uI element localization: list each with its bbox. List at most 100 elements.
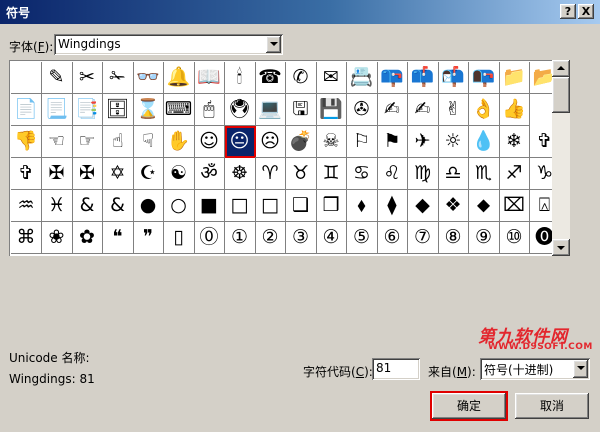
symbol-cell[interactable]: ♉ <box>285 158 317 190</box>
ok-button[interactable]: 确定 <box>430 391 508 421</box>
symbol-cell[interactable]: & <box>72 190 103 222</box>
symbol-cell[interactable]: ♊ <box>316 158 347 190</box>
symbol-cell[interactable]: ❄ <box>499 126 530 158</box>
symbol-cell[interactable]: 🖲 <box>224 94 256 126</box>
symbol-cell[interactable]: ■ <box>194 190 225 222</box>
symbol-cell[interactable]: 🗄 <box>102 94 134 126</box>
symbol-cell[interactable]: 🖫 <box>285 94 317 126</box>
symbol-cell[interactable]: ♒ <box>11 190 42 222</box>
font-select[interactable]: Wingdings <box>54 34 283 55</box>
symbol-cell[interactable]: 📃 <box>41 94 73 126</box>
symbol-cell[interactable]: ⌧ <box>499 190 530 222</box>
symbol-cell[interactable]: & <box>102 190 134 222</box>
symbol-cell[interactable]: □ <box>224 190 256 222</box>
symbol-cell[interactable]: ✠ <box>72 158 103 190</box>
symbol-cell[interactable]: ① <box>224 222 256 254</box>
symbol-cell[interactable]: ✎ <box>41 62 73 94</box>
symbol-cell[interactable]: ○ <box>163 190 195 222</box>
symbol-cell[interactable]: 📖 <box>194 62 225 94</box>
symbol-cell[interactable]: ☠ <box>316 126 347 158</box>
symbol-cell[interactable]: ② <box>255 222 286 254</box>
symbol-cell[interactable]: ☟ <box>133 126 164 158</box>
symbol-cell[interactable]: 📫 <box>407 62 439 94</box>
symbol-cell[interactable]: ▯ <box>163 222 195 254</box>
symbol-cell[interactable]: ✈ <box>407 126 439 158</box>
symbol-cell[interactable]: ⑤ <box>346 222 378 254</box>
symbol-cell[interactable]: ✍ <box>377 94 408 126</box>
symbol-cell[interactable]: ⑧ <box>438 222 469 254</box>
scroll-down-button[interactable] <box>552 239 570 256</box>
symbol-cell[interactable] <box>11 62 42 94</box>
symbol-cell[interactable]: ☼ <box>438 126 469 158</box>
symbol-cell[interactable]: ✇ <box>346 94 378 126</box>
symbol-cell[interactable]: ☹ <box>255 126 286 158</box>
symbol-cell[interactable]: ⑦ <box>407 222 439 254</box>
symbol-cell[interactable]: ⓪ <box>194 222 225 254</box>
symbol-cell-selected[interactable]: 😐 <box>224 126 256 158</box>
symbol-cell[interactable]: ♍ <box>407 158 439 190</box>
symbol-cell[interactable]: ☯ <box>163 158 195 190</box>
symbol-cell[interactable]: ⚑ <box>377 126 408 158</box>
symbol-cell[interactable]: ♎ <box>438 158 469 190</box>
symbol-cell[interactable]: ✌ <box>438 94 469 126</box>
symbol-cell[interactable]: ✞ <box>11 158 42 190</box>
cancel-button[interactable]: 取消 <box>515 393 589 419</box>
symbol-cell[interactable]: ☪ <box>133 158 164 190</box>
symbol-cell[interactable]: ✠ <box>41 158 73 190</box>
symbol-cell[interactable]: ♈ <box>255 158 286 190</box>
symbol-cell[interactable]: ③ <box>285 222 317 254</box>
symbol-cell[interactable]: ✁ <box>102 62 134 94</box>
symbol-cell[interactable]: ☜ <box>41 126 73 158</box>
symbol-cell[interactable]: ☺ <box>194 126 225 158</box>
symbol-cell[interactable]: ☞ <box>72 126 103 158</box>
symbol-cell[interactable]: ✂ <box>72 62 103 94</box>
symbol-cell[interactable]: ✋ <box>163 126 195 158</box>
symbol-cell[interactable]: ⑥ <box>377 222 408 254</box>
help-button[interactable]: ? <box>560 4 576 19</box>
symbol-cell[interactable]: 📁 <box>499 62 530 94</box>
symbol-cell[interactable]: 👍 <box>499 94 530 126</box>
symbol-cell[interactable]: ⌘ <box>11 222 42 254</box>
symbol-cell[interactable]: ⑩ <box>499 222 530 254</box>
symbol-cell[interactable]: 💣 <box>285 126 317 158</box>
symbol-cell[interactable]: ❖ <box>438 190 469 222</box>
symbol-cell[interactable]: ♓ <box>41 190 73 222</box>
symbol-cell[interactable]: 💻 <box>255 94 286 126</box>
symbol-cell[interactable]: □ <box>255 190 286 222</box>
symbol-cell[interactable]: ✍ <box>407 94 439 126</box>
symbol-cell[interactable]: ♐ <box>499 158 530 190</box>
symbol-cell[interactable]: ♋ <box>346 158 378 190</box>
symbol-cell[interactable]: ⬥ <box>468 190 500 222</box>
symbol-cell[interactable]: 🕯 <box>224 62 256 94</box>
scroll-up-button[interactable] <box>552 60 570 77</box>
symbol-cell[interactable]: ❝ <box>102 222 134 254</box>
symbol-cell[interactable]: 📭 <box>468 62 500 94</box>
symbol-cell[interactable]: ✆ <box>285 62 317 94</box>
symbol-cell[interactable]: 💾 <box>316 94 347 126</box>
symbol-cell[interactable]: 💧 <box>468 126 500 158</box>
symbol-cell[interactable]: 👓 <box>133 62 164 94</box>
symbol-cell[interactable]: ❀ <box>41 222 73 254</box>
chevron-down-icon[interactable] <box>573 360 588 378</box>
symbol-cell[interactable]: ♌ <box>377 158 408 190</box>
symbol-cell[interactable]: 👎 <box>11 126 42 158</box>
symbol-cell[interactable]: ④ <box>316 222 347 254</box>
symbol-cell[interactable]: 📑 <box>72 94 103 126</box>
symbol-cell[interactable]: 📄 <box>11 94 42 126</box>
symbol-cell[interactable]: ❑ <box>285 190 317 222</box>
symbol-cell[interactable]: ✿ <box>72 222 103 254</box>
symbol-cell[interactable]: ⬧ <box>346 190 378 222</box>
symbol-cell[interactable]: ⌛ <box>133 94 164 126</box>
symbol-cell[interactable]: ◆ <box>407 190 439 222</box>
symbol-cell[interactable]: ✡ <box>102 158 134 190</box>
char-code-input[interactable]: 81 <box>372 358 420 380</box>
symbol-cell[interactable]: 📪 <box>377 62 408 94</box>
symbol-cell[interactable]: ● <box>133 190 164 222</box>
symbol-cell[interactable]: ❞ <box>133 222 164 254</box>
symbol-cell[interactable]: ॐ <box>194 158 225 190</box>
symbol-cell[interactable]: 🖱 <box>194 94 225 126</box>
symbol-cell[interactable]: ❒ <box>316 190 347 222</box>
symbol-cell[interactable]: 📇 <box>346 62 378 94</box>
symbol-cell[interactable]: 🔔 <box>163 62 195 94</box>
symbol-cell[interactable]: ⌨ <box>163 94 195 126</box>
